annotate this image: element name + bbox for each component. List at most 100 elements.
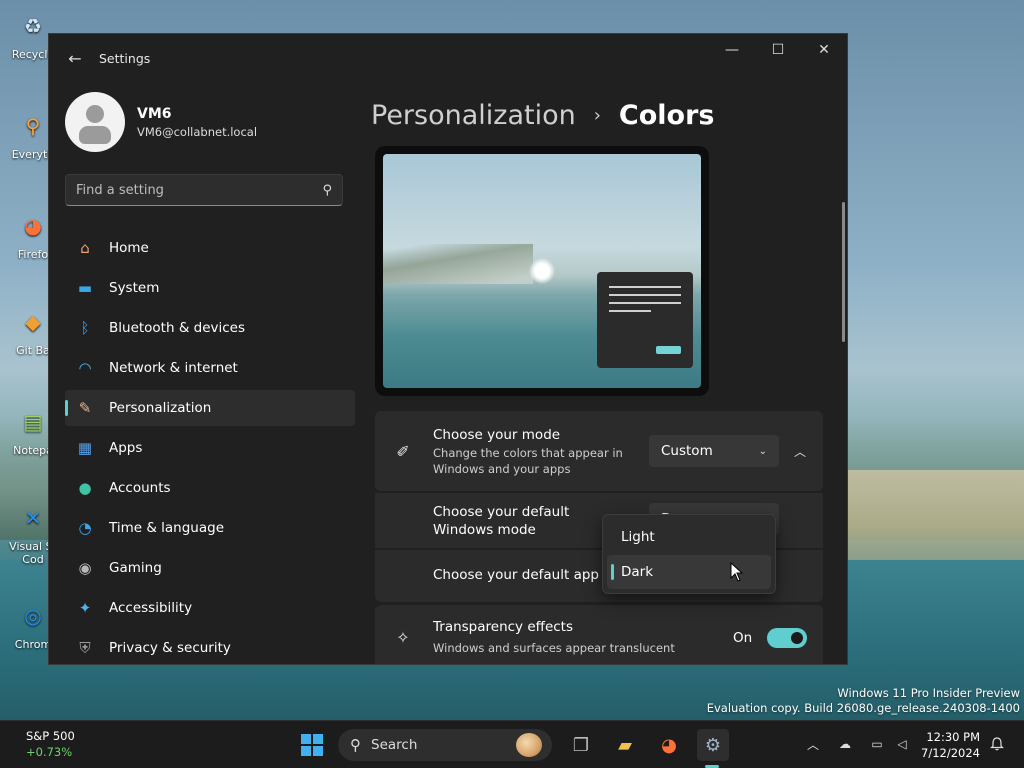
mode-select-value: Custom xyxy=(661,443,713,459)
close-button[interactable]: ✕ xyxy=(801,34,847,66)
preview-accent-button xyxy=(656,346,681,354)
show-hidden-icons-button[interactable]: ︿ xyxy=(804,735,822,753)
app-mode-dropdown: Light Dark xyxy=(602,514,776,594)
network-icon[interactable]: ▭ xyxy=(868,735,886,753)
gear-icon: ⚙ xyxy=(704,734,722,756)
back-button[interactable]: ← xyxy=(55,38,95,78)
notification-bell-icon[interactable] xyxy=(988,735,1006,753)
minimize-button[interactable]: — xyxy=(709,34,755,66)
wifi-icon: ◠ xyxy=(78,359,92,377)
sidebar-nav: ⌂ Home ▬ System ᛒ Bluetooth & devices ◠ … xyxy=(49,230,359,664)
watermark-line: Windows 11 Pro Insider Preview xyxy=(837,686,1020,700)
windows-logo-icon xyxy=(301,734,323,756)
preview-sun xyxy=(529,258,555,284)
minimize-icon: — xyxy=(725,42,739,58)
cloud-icon[interactable]: ☁ xyxy=(836,735,854,753)
preview-text-line xyxy=(609,302,681,304)
clock-time: 12:30 PM xyxy=(926,730,980,744)
sidebar-item-time-language[interactable]: ◔ Time & language xyxy=(65,510,355,546)
maximize-button[interactable]: ☐ xyxy=(755,34,801,66)
sidebar-item-label: Bluetooth & devices xyxy=(109,320,246,336)
widget-change: +0.73% xyxy=(26,745,73,759)
task-view-icon: ❐ xyxy=(572,734,590,756)
profile-email: VM6@collabnet.local xyxy=(137,124,258,139)
sidebar-item-apps[interactable]: ▦ Apps xyxy=(65,430,355,466)
search-input[interactable]: Find a setting ⚲ xyxy=(65,174,343,206)
person-icon: ● xyxy=(78,479,92,497)
sidebar-item-label: Privacy & security xyxy=(109,640,231,656)
search-icon: ⚲ xyxy=(350,736,361,754)
chevron-up-icon: ︿ xyxy=(806,737,819,752)
toggle-knob xyxy=(791,632,803,644)
sidebar-item-gaming[interactable]: ◉ Gaming xyxy=(65,550,355,586)
clock-date: 7/12/2024 xyxy=(921,746,980,760)
chevron-down-icon: ⌄ xyxy=(758,445,767,457)
scrollbar[interactable] xyxy=(842,202,845,342)
sidebar-item-bluetooth-devices[interactable]: ᛒ Bluetooth & devices xyxy=(65,310,355,346)
stock-widget[interactable]: S&P 500 +0.73% xyxy=(26,729,75,759)
sidebar-item-home[interactable]: ⌂ Home xyxy=(65,230,355,266)
transparency-toggle[interactable] xyxy=(767,628,807,648)
profile-name: VM6 xyxy=(137,105,172,122)
settings-taskbar-button[interactable]: ⚙ xyxy=(697,729,729,761)
notepad-icon: ▤ xyxy=(23,410,43,434)
task-view-button[interactable]: ❐ xyxy=(565,729,597,761)
title-bar: ← Settings — ☐ ✕ xyxy=(49,34,847,82)
sidebar-item-accessibility[interactable]: ✦ Accessibility xyxy=(65,590,355,626)
sidebar-item-label: Gaming xyxy=(109,560,162,576)
user-profile[interactable]: VM6 VM6@collabnet.local xyxy=(49,82,359,162)
arrow-left-icon: ← xyxy=(68,48,82,68)
system-clock[interactable]: 12:30 PM 7/12/2024 xyxy=(920,729,980,761)
option-label: Dark xyxy=(621,564,654,580)
maximize-icon: ☐ xyxy=(771,42,785,58)
chevron-up-icon: ︿ xyxy=(793,444,806,459)
firefox-icon: ◕ xyxy=(24,214,42,238)
sidebar-item-label: Accounts xyxy=(109,480,171,496)
card-title: Choose your mode xyxy=(433,427,561,443)
avatar-body xyxy=(79,126,111,144)
mode-select[interactable]: Custom ⌄ xyxy=(649,435,779,467)
git-bash-icon: ◆ xyxy=(25,310,41,334)
theme-preview xyxy=(375,146,709,396)
sidebar-item-privacy-security[interactable]: ⛨ Privacy & security xyxy=(65,630,355,664)
preview-text-line xyxy=(609,310,651,312)
widget-name: S&P 500 xyxy=(26,729,75,743)
watermark-line: Evaluation copy. Build 26080.ge_release.… xyxy=(706,701,1020,715)
dropdown-option-dark[interactable]: Dark xyxy=(607,555,771,589)
sidebar-item-network-internet[interactable]: ◠ Network & internet xyxy=(65,350,355,386)
file-explorer-button[interactable]: ▰ xyxy=(609,729,641,761)
breadcrumb-parent[interactable]: Personalization xyxy=(371,100,576,131)
collapse-button[interactable]: ︿ xyxy=(789,440,811,462)
brush-icon: ✎ xyxy=(78,399,92,417)
sparkle-icon: ✧ xyxy=(396,627,410,647)
card-description: Windows and surfaces appear translucent xyxy=(433,641,675,655)
preview-land xyxy=(383,244,533,284)
sidebar-item-system[interactable]: ▬ System xyxy=(65,270,355,306)
search-highlight-icon xyxy=(516,733,542,757)
taskbar-search[interactable]: ⚲ Search xyxy=(338,729,552,761)
card-description: Change the colors that appear in Windows… xyxy=(433,446,623,476)
card-title: Transparency effects xyxy=(433,619,573,635)
preview-window xyxy=(597,272,693,368)
home-icon: ⌂ xyxy=(80,239,90,257)
recycle-bin-icon: ♻ xyxy=(24,14,42,38)
sidebar: VM6 VM6@collabnet.local Find a setting ⚲… xyxy=(49,82,359,664)
bell-icon xyxy=(990,737,1004,751)
sidebar-item-personalization[interactable]: ✎ Personalization xyxy=(65,390,355,426)
sidebar-item-accounts[interactable]: ● Accounts xyxy=(65,470,355,506)
taskbar-search-label: Search xyxy=(371,737,418,753)
gamepad-icon: ◉ xyxy=(78,559,92,577)
monitor-icon: ▬ xyxy=(77,279,93,297)
taskbar: S&P 500 +0.73% ⚲ Search ❐ ▰ ◕ ⚙ ︿ ☁ ▭ ◁ … xyxy=(0,720,1024,768)
volume-muted-icon[interactable]: ◁ xyxy=(893,735,911,753)
preview-text-line xyxy=(609,294,681,296)
dropdown-option-light[interactable]: Light xyxy=(607,520,771,554)
option-label: Light xyxy=(621,529,655,545)
chevron-right-icon: › xyxy=(593,104,601,126)
close-icon: ✕ xyxy=(818,42,830,58)
start-button[interactable] xyxy=(296,729,328,761)
vscode-icon: ✕ xyxy=(24,506,42,530)
breadcrumb: Personalization › Colors xyxy=(359,82,847,138)
firefox-taskbar-button[interactable]: ◕ xyxy=(653,729,685,761)
mouse-cursor-icon xyxy=(730,562,744,582)
